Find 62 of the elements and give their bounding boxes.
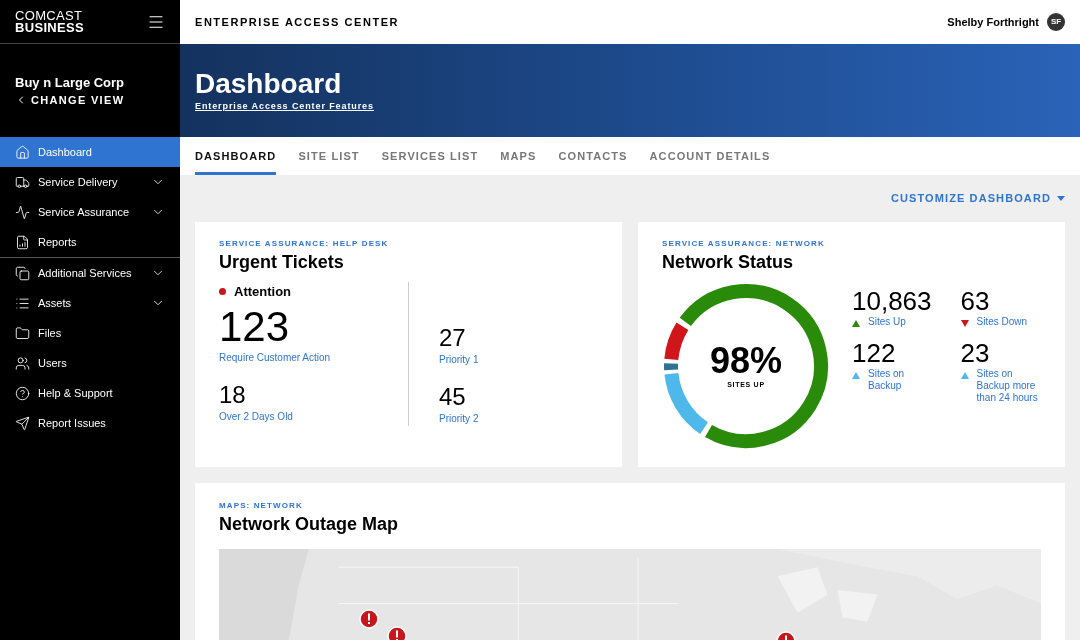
ticket-count: 27 (439, 324, 467, 352)
sidebar-item[interactable]: Additional Services (0, 258, 180, 288)
stat-value: 23 (960, 338, 991, 368)
change-view-link[interactable]: CHANGE VIEW (15, 92, 125, 109)
card-title: Network Outage Map (219, 513, 400, 536)
stat-label: Sites on Backup (868, 368, 906, 392)
sidebar-item[interactable]: Assets (0, 288, 180, 318)
ticket-count: 123 (219, 303, 291, 350)
stat-label: Sites Down (976, 316, 1028, 328)
ticket-count: 45 (439, 383, 467, 411)
stat-value: 10,863 (852, 286, 933, 316)
stat-value: 63 (960, 286, 991, 316)
help-icon (15, 385, 30, 401)
tab[interactable]: CONTACTS (558, 137, 628, 175)
card-title: Network Status (662, 251, 795, 274)
sidebar-item[interactable]: Service Assurance (0, 197, 180, 227)
ticket-link[interactable]: Require Customer Action (219, 349, 408, 365)
brand-logo: COMCAST BUSINESS (15, 9, 85, 34)
sidebar-item[interactable]: Service Delivery (0, 167, 180, 197)
card-eyebrow: MAPS: NETWORK (219, 500, 304, 512)
page-title: Dashboard (195, 67, 343, 100)
alert-pin-icon[interactable] (359, 609, 379, 629)
pulse-icon (15, 204, 30, 220)
status-label: Attention (234, 283, 292, 301)
ticket-link[interactable]: Priority 1 (439, 352, 479, 367)
user-name: Shelby Forthright (947, 14, 1039, 30)
truck-icon (15, 174, 30, 190)
report-icon (15, 234, 30, 250)
sidebar-item[interactable]: Files (0, 318, 180, 348)
page-subtitle[interactable]: Enterprise Access Center Features (195, 99, 374, 114)
stat-label: Sites on Backup more than 24 hours (976, 368, 1039, 404)
ticket-link[interactable]: Over 2 Days Old (219, 408, 408, 424)
home-icon (15, 144, 30, 160)
send-icon (15, 415, 30, 431)
sidebar-item[interactable]: Report Issues (0, 408, 180, 438)
folder-icon (15, 325, 30, 341)
list-icon (15, 295, 30, 311)
user-avatar[interactable]: SF (1047, 13, 1065, 31)
sidebar-item[interactable]: Help & Support (0, 378, 180, 408)
users-icon (15, 355, 30, 371)
tab[interactable]: ACCOUNT DETAILS (649, 137, 771, 175)
ticket-count: 18 (219, 380, 247, 409)
tab[interactable]: SITE LIST (298, 137, 360, 175)
tab[interactable]: SERVICES LIST (381, 137, 479, 175)
customize-dashboard-button[interactable]: CUSTOMIZE DASHBOARD (890, 190, 1065, 207)
sidebar-item[interactable]: Users (0, 348, 180, 378)
ticket-link[interactable]: Priority 2 (439, 411, 479, 426)
tab[interactable]: DASHBOARD (195, 137, 277, 175)
app-title: ENTERPRISE ACCESS CENTER (195, 14, 400, 30)
stat-label: Sites Up (868, 316, 906, 328)
percent-value: 98% (709, 341, 783, 380)
tab[interactable]: MAPS (500, 137, 537, 175)
card-eyebrow: SERVICE ASSURANCE: HELP DESK (219, 238, 390, 250)
stat-value: 122 (852, 338, 897, 368)
sidebar-item[interactable]: Reports (0, 227, 180, 257)
sidebar-item[interactable]: Dashboard (0, 137, 180, 167)
account-name: Buy n Large Corp (15, 73, 126, 92)
alert-pin-icon[interactable] (387, 626, 407, 640)
copy-icon (15, 265, 30, 281)
card-title: Urgent Tickets (219, 251, 345, 274)
card-eyebrow: SERVICE ASSURANCE: NETWORK (662, 238, 826, 250)
caret-down-icon (1057, 196, 1065, 201)
